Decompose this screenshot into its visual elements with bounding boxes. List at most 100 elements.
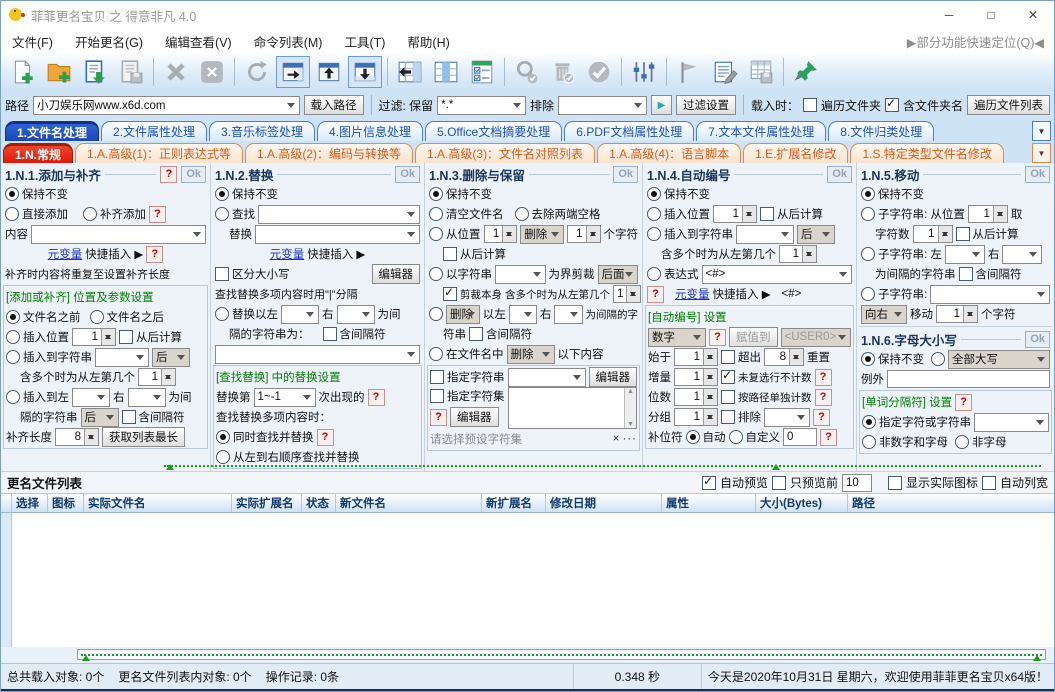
direct-add-radio[interactable] — [5, 207, 19, 221]
traverse-folders-checkbox[interactable] — [802, 98, 817, 112]
increment-spinner[interactable]: 1 — [674, 368, 718, 386]
dock-right-button[interactable] — [276, 56, 310, 88]
replace-combo[interactable] — [255, 224, 420, 244]
column-icon[interactable]: 图标 — [48, 494, 84, 512]
spin-buttons[interactable] — [937, 226, 952, 242]
left-string-combo[interactable] — [944, 244, 985, 264]
spin-buttons[interactable] — [585, 226, 600, 242]
column-modified-date[interactable]: 修改日期 — [546, 494, 662, 512]
column-attributes[interactable]: 属性 — [662, 494, 756, 512]
tab-music-tags[interactable]: 3.音乐标签处理 — [209, 121, 316, 141]
menu-edit-view[interactable]: 编辑查看(V) — [154, 32, 243, 51]
traverse-file-list-button[interactable]: 遍历文件列表 — [967, 95, 1050, 115]
spin-buttons[interactable] — [742, 206, 756, 222]
help-button[interactable]: ? — [647, 285, 664, 303]
spin-buttons[interactable] — [161, 369, 175, 385]
close-button[interactable]: ✕ — [1012, 1, 1054, 29]
nth-occurrence-spinner[interactable]: 1 — [613, 285, 642, 303]
column-status[interactable]: 状态 — [302, 494, 336, 512]
keep-unchanged-radio[interactable] — [215, 187, 229, 201]
from-end-checkbox[interactable] — [760, 207, 774, 221]
column-select[interactable]: 选择 — [12, 494, 48, 512]
per-path-checkbox[interactable] — [721, 390, 735, 404]
over-reset-checkbox[interactable] — [721, 350, 735, 364]
preview-slider[interactable] — [164, 462, 1041, 470]
spin-buttons[interactable] — [802, 246, 816, 262]
tab-file-attrs[interactable]: 2.文件属性处理 — [101, 121, 208, 141]
help-button[interactable]: ? — [160, 165, 178, 183]
menu-command-list[interactable]: 命令列表(M) — [243, 32, 334, 51]
subtab-normal[interactable]: 1.N.常规 — [3, 143, 74, 163]
editor-button[interactable]: 编辑器 — [371, 264, 420, 284]
editor-button[interactable]: 编辑器 — [450, 407, 499, 427]
right-string-combo[interactable] — [1002, 244, 1043, 264]
more-button[interactable]: ··· — [623, 433, 638, 445]
insert-to-string-radio[interactable] — [647, 227, 661, 241]
help-button[interactable]: ? — [146, 245, 164, 263]
spin-buttons[interactable] — [703, 409, 717, 425]
ok-button[interactable]: Ok — [181, 165, 206, 183]
exclude-checkbox[interactable] — [721, 410, 735, 424]
edit-log-button[interactable] — [708, 56, 742, 88]
spin-buttons[interactable] — [992, 206, 1007, 222]
spin-buttons[interactable] — [703, 349, 717, 365]
include-separator-checkbox[interactable] — [121, 410, 136, 424]
grouping-spinner[interactable]: 1 — [674, 408, 718, 426]
from-position-radio[interactable] — [429, 227, 443, 241]
remove-button[interactable] — [159, 56, 193, 88]
between-replace-combo[interactable] — [215, 344, 420, 364]
position-spinner[interactable]: 1 — [967, 205, 1008, 223]
simultaneous-radio[interactable] — [216, 430, 230, 444]
subtab-special-types[interactable]: 1.S.特定类型文件名修改 — [850, 143, 1004, 163]
trim-spaces-radio[interactable] — [514, 207, 529, 221]
remove-all-button[interactable] — [195, 56, 229, 88]
number-type-combo[interactable]: 数字 — [648, 327, 706, 347]
subtab-compare-list[interactable]: 1.A.高级(3)：文件名对照列表 — [415, 143, 596, 163]
right-string-combo[interactable] — [336, 304, 375, 324]
digits-spinner[interactable]: 1 — [674, 388, 718, 406]
before-name-radio[interactable] — [6, 310, 20, 324]
insert-position-radio[interactable] — [6, 330, 20, 344]
content-combo[interactable] — [31, 224, 206, 244]
by-string-radio[interactable] — [429, 267, 443, 281]
include-folder-name-checkbox[interactable] — [884, 96, 899, 112]
from-end-checkbox[interactable] — [119, 330, 133, 344]
insert-position-spinner[interactable]: 1 — [713, 205, 757, 223]
main-tabs-dropdown[interactable]: ▼ — [1032, 121, 1051, 141]
move-column-left-button[interactable] — [393, 56, 427, 88]
from-end-checkbox[interactable] — [443, 247, 457, 261]
subtab-regex[interactable]: 1.A.高级(1)：正则表达式等 — [75, 143, 244, 163]
help-button[interactable]: ? — [820, 428, 837, 446]
keep-filter-combo[interactable]: *.* — [437, 95, 527, 115]
replace-between-radio[interactable] — [215, 307, 229, 321]
column-original-ext[interactable]: 实际扩展名 — [232, 494, 302, 512]
keep-unchanged-radio[interactable] — [429, 187, 443, 201]
spin-buttons[interactable] — [703, 369, 717, 385]
in-name-delete-radio[interactable] — [429, 347, 443, 361]
find-combo[interactable] — [258, 204, 420, 224]
change-case-radio[interactable] — [931, 352, 945, 366]
left-string-combo[interactable] — [72, 387, 110, 407]
char-count-spinner[interactable]: 1 — [912, 225, 953, 243]
keep-unchanged-radio[interactable] — [647, 187, 661, 201]
spin-buttons[interactable] — [703, 389, 717, 405]
non-alpha-radio[interactable] — [955, 435, 969, 449]
maximize-button[interactable]: □ — [970, 1, 1012, 29]
minimize-button[interactable]: ─ — [928, 1, 970, 29]
sep-before-after-combo[interactable]: 后 — [80, 407, 119, 427]
help-button[interactable]: ? — [709, 328, 726, 346]
help-button[interactable]: ? — [814, 368, 832, 386]
after-name-radio[interactable] — [89, 310, 104, 324]
insert-string-combo[interactable] — [95, 347, 149, 367]
real-icons-checkbox[interactable] — [887, 475, 902, 490]
case-mode-combo[interactable]: 全部大写 — [948, 349, 1050, 369]
delete-checked-button[interactable] — [546, 56, 580, 88]
apply-check-button[interactable] — [582, 56, 616, 88]
meta-variable-link[interactable]: 元变量 — [270, 246, 305, 262]
tab-image-info[interactable]: 4.图片信息处理 — [317, 121, 424, 141]
flag-button[interactable] — [672, 56, 706, 88]
add-folder-button[interactable] — [42, 56, 76, 88]
ok-button[interactable]: Ok — [395, 165, 420, 183]
specified-string-combo[interactable] — [507, 367, 586, 387]
help-button[interactable]: ? — [814, 388, 832, 406]
